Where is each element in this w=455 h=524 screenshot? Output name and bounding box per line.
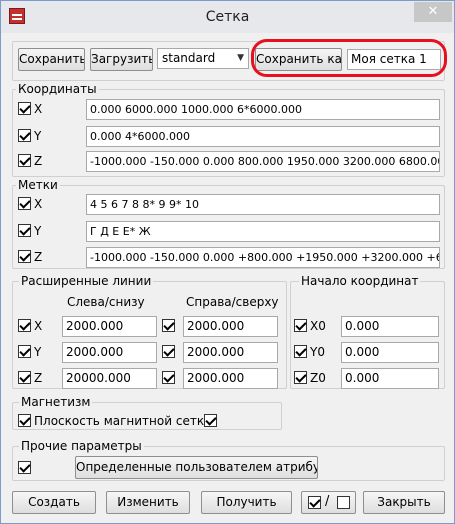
ext-y-right-input[interactable]: 2000.000 [183,342,278,363]
grid-dialog: Сетка ✕ Сохранить Загрузить standard ▼ С… [0,0,455,524]
create-button[interactable]: Создать [12,491,96,514]
right-top-header: Справа/сверху [186,295,279,309]
ext-y-left-input[interactable]: 2000.000 [62,342,157,363]
origin-y0-checkbox[interactable] [294,345,307,358]
ext-z-right-checkbox[interactable] [162,371,175,384]
checked-box-icon [308,496,321,509]
ext-z-label: Z [34,371,43,385]
preset-value: standard [162,51,216,65]
ext-x-right-checkbox[interactable] [162,319,175,332]
origin-x0-label: X0 [310,319,326,333]
origin-z0-checkbox[interactable] [294,371,307,384]
marks-z-input[interactable]: -1000.000 -150.000 0.000 +800.000 +1950.… [86,247,440,268]
ext-y-label: Y [34,345,42,359]
chevron-down-icon: ▼ [237,53,244,63]
other-params-title: Прочие параметры [19,439,144,453]
marks-title: Метки [16,178,60,192]
marks-z-label: Z [34,250,43,264]
unchecked-box-icon [337,496,350,509]
coord-z-checkbox[interactable] [18,154,31,167]
ext-x-checkbox[interactable] [18,319,31,332]
toggle-slash: / [325,494,330,509]
modify-button[interactable]: Изменить [106,491,190,514]
marks-z-checkbox[interactable] [18,250,31,263]
save-button[interactable]: Сохранить [18,48,85,71]
extended-lines-title: Расширенные линии [19,274,154,288]
marks-y-input[interactable]: Г Д Е Е* Ж [86,221,440,242]
coord-y-label: Y [34,129,42,143]
coord-z-label: Z [34,154,43,168]
other-params-checkbox[interactable] [18,461,31,474]
ext-z-right-input[interactable]: 2000.000 [183,368,278,389]
close-button[interactable]: Закрыть [363,491,445,514]
origin-z0-input[interactable]: 0.000 [341,368,439,389]
coord-y-input[interactable]: 0.000 4*6000.000 [86,126,440,147]
origin-y0-input[interactable]: 0.000 [341,342,439,363]
origin-x0-input[interactable]: 0.000 [341,316,439,337]
coord-x-checkbox[interactable] [18,102,31,115]
ext-x-label: X [34,319,43,333]
magnetism-title: Магнетизм [19,395,93,409]
marks-y-label: Y [34,224,42,238]
ext-x-right-input[interactable]: 2000.000 [183,316,278,337]
coord-y-checkbox[interactable] [18,129,31,142]
load-button[interactable]: Загрузить [90,48,153,71]
ext-z-left-input[interactable]: 20000.000 [62,368,157,389]
coord-x-input[interactable]: 0.000 6000.000 1000.000 6*6000.000 [86,99,440,120]
coord-z-input[interactable]: -1000.000 -150.000 0.000 800.000 1950.00… [86,151,440,172]
origin-y0-label: Y0 [310,345,325,359]
origin-title: Начало координат [299,274,421,288]
origin-x0-checkbox[interactable] [294,319,307,332]
magnetic-plane-label: Плоскость магнитной сетки [34,414,212,428]
origin-z0-label: Z0 [310,371,326,385]
user-attributes-button[interactable]: Определенные пользователем атрибуты... [75,456,318,479]
coord-x-label: X [34,102,43,116]
marks-x-label: X [34,197,43,211]
marks-x-checkbox[interactable] [18,197,31,210]
window-title: Сетка [205,9,250,25]
ext-x-left-input[interactable]: 2000.000 [62,316,157,337]
preset-select[interactable]: standard ▼ [157,48,249,69]
magnetism-extra-checkbox[interactable] [204,414,217,427]
marks-y-checkbox[interactable] [18,224,31,237]
title-bar: Сетка ✕ [1,1,454,33]
close-window-button[interactable]: ✕ [414,2,452,22]
magnetic-plane-checkbox[interactable] [18,414,31,427]
red-highlight-annotation [251,39,447,77]
get-button[interactable]: Получить [201,491,292,514]
left-bottom-header: Слева/снизу [67,295,145,309]
marks-x-input[interactable]: 4 5 6 7 8 8* 9 9* 10 [86,194,440,215]
toggle-all-checkboxes-button[interactable]: / [301,491,356,514]
ext-y-checkbox[interactable] [18,345,31,358]
coordinates-title: Координаты [16,82,99,96]
ext-y-right-checkbox[interactable] [162,345,175,358]
ext-z-checkbox[interactable] [18,371,31,384]
